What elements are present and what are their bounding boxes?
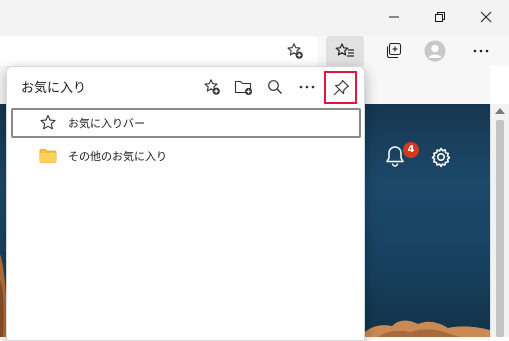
title-bar <box>0 0 509 36</box>
collections-icon <box>386 42 402 59</box>
folder-add-icon <box>234 80 253 96</box>
profile-icon <box>424 40 446 62</box>
minimize-button[interactable] <box>371 0 417 34</box>
other-favorites-folder[interactable]: その他のお気に入り <box>11 141 361 171</box>
search-icon <box>268 80 282 94</box>
more-button[interactable] <box>468 36 494 66</box>
more-icon <box>473 49 489 53</box>
pin-icon <box>333 79 350 96</box>
close-icon <box>480 11 492 23</box>
add-to-favorites-button[interactable] <box>200 75 224 99</box>
favorites-button[interactable] <box>326 36 364 66</box>
favorites-more-button[interactable] <box>295 75 319 99</box>
minimize-icon <box>389 16 399 18</box>
notification-count-badge: 4 <box>403 142 419 158</box>
collections-button[interactable] <box>380 36 408 66</box>
gear-icon <box>431 147 451 168</box>
restore-button[interactable] <box>417 0 463 34</box>
pin-favorites-button[interactable] <box>324 71 357 104</box>
page-scrollbar[interactable] <box>490 104 509 337</box>
add-folder-button[interactable] <box>232 75 256 99</box>
star-add-icon <box>204 79 220 95</box>
favorites-icon <box>335 43 354 57</box>
folder-icon <box>38 148 58 164</box>
favorites-panel-title: お気に入り <box>21 81 87 96</box>
other-favorites-label: その他のお気に入り <box>68 150 167 163</box>
more-icon <box>299 85 315 89</box>
restore-icon <box>435 12 445 22</box>
search-favorites-button[interactable] <box>263 75 287 99</box>
address-bar[interactable] <box>0 36 318 66</box>
scrollbar-thumb[interactable] <box>496 120 504 337</box>
favorites-panel: お気に入り お気に入りバー その他のお気に入り <box>6 66 365 341</box>
favorites-bar-label: お気に入りバー <box>68 117 145 130</box>
scroll-up-arrow-icon[interactable] <box>495 108 505 114</box>
favorites-bar-folder[interactable]: お気に入りバー <box>11 108 361 138</box>
star-icon <box>38 114 58 132</box>
close-button[interactable] <box>463 0 509 34</box>
star-add-icon <box>287 43 303 59</box>
profile-button[interactable] <box>421 36 449 66</box>
add-favorite-button[interactable] <box>282 36 308 66</box>
settings-button[interactable] <box>430 146 452 172</box>
